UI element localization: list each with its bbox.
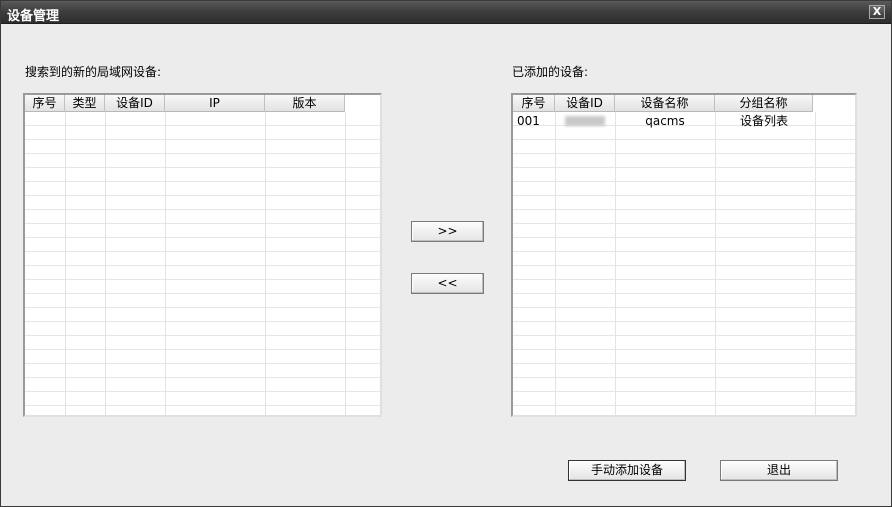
column-header-device-id[interactable]: 设备ID [105,95,165,112]
lan-devices-table-body [25,112,380,415]
column-header-ip[interactable]: IP [165,95,265,112]
column-divider [715,112,716,415]
column-header-group-name[interactable]: 分组名称 [715,95,813,112]
row-device-id [555,114,615,128]
close-icon: X [872,5,882,18]
remove-selected-button[interactable]: << [411,273,484,294]
close-button[interactable]: X [869,5,885,19]
column-divider [345,112,346,415]
row-group-name: 设备列表 [739,114,788,128]
column-header-type[interactable]: 类型 [65,95,105,112]
lan-devices-table-header: 序号 类型 设备ID IP 版本 [25,95,345,112]
row-device-name: qacms [645,114,685,128]
column-divider [555,112,556,415]
column-header-device-id[interactable]: 设备ID [555,95,615,112]
column-header-index[interactable]: 序号 [25,95,65,112]
added-devices-table-body [513,112,855,415]
row-index: 001 [517,114,540,128]
lan-devices-label: 搜索到的新的局域网设备: [25,65,162,79]
column-header-version[interactable]: 版本 [265,95,345,112]
column-divider [105,112,106,415]
column-header-index[interactable]: 序号 [513,95,555,112]
column-divider [615,112,616,415]
column-header-device-name[interactable]: 设备名称 [615,95,715,112]
exit-button[interactable]: 退出 [720,460,838,481]
redacted-device-id [565,116,605,126]
column-divider [65,112,66,415]
device-management-window: 设备管理 X 搜索到的新的局域网设备: 序号 类型 设备ID IP 版本 >> … [0,0,892,507]
add-selected-button[interactable]: >> [411,221,484,242]
column-divider [265,112,266,415]
lan-devices-table[interactable]: 序号 类型 设备ID IP 版本 [23,93,382,417]
title-bar[interactable]: 设备管理 X [1,1,891,24]
column-divider [815,112,816,415]
column-divider [165,112,166,415]
added-devices-table-header: 序号 设备ID 设备名称 分组名称 [513,95,813,112]
added-devices-table[interactable]: 序号 设备ID 设备名称 分组名称 001 qacms 设备列表 [511,93,857,417]
added-devices-label: 已添加的设备: [512,65,589,79]
window-title: 设备管理 [7,9,60,24]
table-row[interactable]: 001 qacms 设备列表 [513,114,813,128]
manual-add-device-button[interactable]: 手动添加设备 [568,460,686,481]
